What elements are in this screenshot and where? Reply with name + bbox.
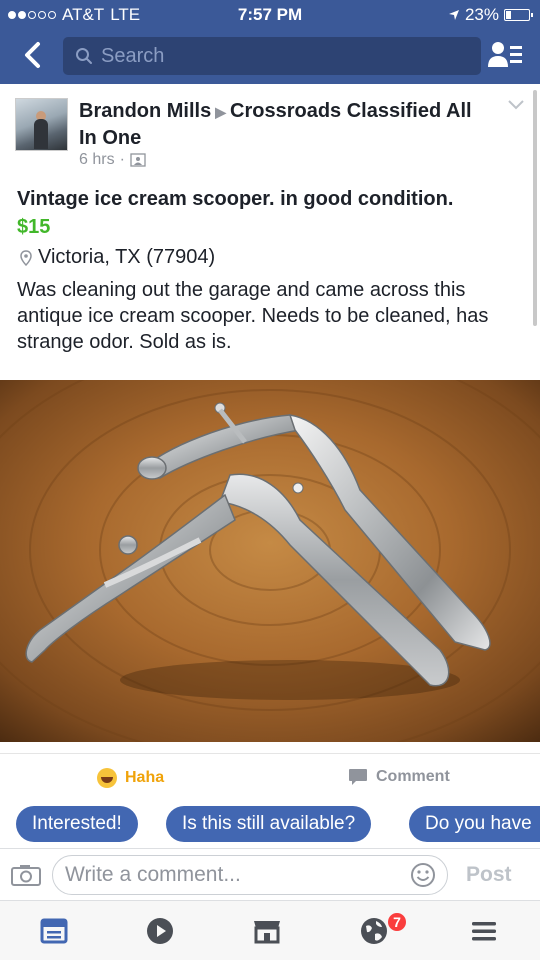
location-text: Victoria, TX (77904) bbox=[38, 246, 216, 268]
shared-to-arrow-icon: ▶ bbox=[215, 104, 227, 120]
post-meta: 6 hrs · bbox=[79, 151, 146, 169]
listing-price: $15 bbox=[17, 216, 51, 238]
location-arrow-icon bbox=[448, 10, 459, 20]
nav-bar: Search bbox=[0, 30, 540, 84]
listing-title: Vintage ice cream scooper. in good condi… bbox=[17, 188, 454, 210]
news-feed-icon[interactable] bbox=[38, 915, 70, 947]
post-time[interactable]: 6 hrs bbox=[79, 151, 115, 169]
post-comment-button[interactable]: Post bbox=[466, 863, 512, 887]
status-bar: AT&T LTE 7:57 PM 23% bbox=[0, 0, 540, 30]
listing-location: Victoria, TX (77904) bbox=[20, 246, 215, 269]
menu-icon[interactable] bbox=[468, 915, 500, 947]
quick-reply-interested[interactable]: Interested! bbox=[16, 806, 138, 842]
scrollbar[interactable] bbox=[533, 90, 537, 326]
app-header: AT&T LTE 7:57 PM 23% Search bbox=[0, 0, 540, 84]
haha-emoji-icon bbox=[97, 768, 117, 788]
location-pin-icon bbox=[20, 249, 32, 266]
listing-photo[interactable] bbox=[0, 380, 540, 742]
back-arrow-icon[interactable] bbox=[18, 40, 48, 70]
author-avatar[interactable] bbox=[15, 98, 68, 151]
quick-reply-still-available[interactable]: Is this still available? bbox=[166, 806, 372, 842]
comment-label: Comment bbox=[376, 768, 450, 785]
marketplace-icon[interactable] bbox=[251, 915, 283, 947]
friends-list-icon[interactable] bbox=[487, 40, 523, 70]
battery-percent: 23% bbox=[464, 5, 499, 24]
haha-reaction-button[interactable]: Haha bbox=[97, 768, 164, 788]
bottom-tab-bar: 7 bbox=[0, 900, 540, 960]
author-name[interactable]: Brandon Mills bbox=[79, 100, 211, 122]
camera-icon[interactable] bbox=[11, 864, 41, 886]
quick-reply-do-you-have[interactable]: Do you have bbox=[409, 806, 540, 842]
video-icon[interactable] bbox=[144, 915, 176, 947]
search-icon bbox=[76, 48, 92, 64]
chevron-down-icon[interactable] bbox=[506, 98, 526, 112]
haha-label: Haha bbox=[125, 769, 165, 786]
comment-input[interactable]: Write a comment... bbox=[52, 855, 448, 895]
listing-description: Was cleaning out the garage and came acr… bbox=[17, 279, 489, 353]
battery-icon bbox=[504, 9, 533, 21]
search-bar[interactable]: Search bbox=[63, 37, 481, 75]
battery-info: 23% bbox=[448, 5, 533, 25]
sticker-smiley-icon[interactable] bbox=[410, 862, 436, 888]
post-header: Brandon Mills ▶ Crossroads Classified All … bbox=[79, 98, 489, 151]
group-audience-icon bbox=[130, 153, 146, 167]
search-placeholder: Search bbox=[101, 44, 165, 67]
comment-bubble-icon bbox=[349, 769, 367, 785]
comment-composer: Write a comment... Post bbox=[0, 848, 540, 900]
comment-button[interactable]: Comment bbox=[348, 768, 450, 786]
notification-badge: 7 bbox=[386, 911, 408, 933]
quick-replies: Interested! Is this still available? Do … bbox=[0, 803, 540, 845]
